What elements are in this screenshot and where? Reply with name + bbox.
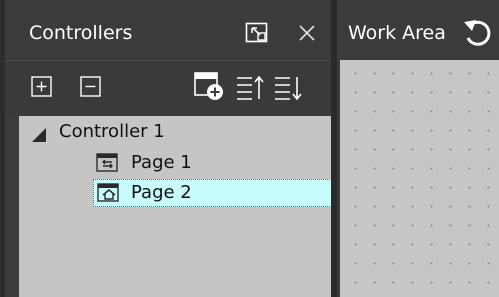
work-area-header: Work Area [337, 0, 499, 60]
home-page-icon [97, 183, 121, 203]
tree-item-page-1[interactable]: Page 1 [93, 149, 193, 177]
sort-up-icon [237, 75, 264, 100]
tree-item-controller-1[interactable]: Controller 1 [27, 118, 307, 146]
controllers-panel-header: Controllers [5, 0, 331, 60]
sort-down-icon [275, 77, 302, 101]
close-icon[interactable] [298, 24, 316, 42]
controllers-toolbar [5, 60, 331, 117]
tree-item-label: Page 2 [131, 182, 192, 203]
expanded-triangle-icon[interactable] [31, 124, 47, 142]
undo-icon[interactable] [462, 18, 492, 48]
work-area-title: Work Area [348, 22, 446, 44]
move-down-button[interactable] [273, 74, 303, 102]
collapse-all-button[interactable] [80, 76, 102, 98]
minus-box-icon [80, 76, 101, 97]
controller-tree: Controller 1 Page 1 Page 2 [19, 116, 332, 297]
restore-window-icon[interactable] [245, 22, 269, 44]
tree-item-label: Controller 1 [59, 121, 165, 142]
expand-all-button[interactable] [31, 76, 53, 98]
work-area-canvas[interactable] [340, 60, 499, 297]
tree-item-page-2[interactable]: Page 2 [93, 179, 332, 207]
add-page-button[interactable] [193, 70, 227, 104]
move-up-button[interactable] [235, 74, 265, 102]
controllers-panel-title: Controllers [29, 22, 133, 44]
tree-item-label: Page 1 [131, 152, 192, 173]
link-page-icon [96, 153, 120, 173]
plus-box-icon [31, 76, 52, 97]
add-page-icon [194, 72, 223, 100]
controllers-panel: Controllers Controller 1 Page 1 Page 2 [0, 0, 332, 297]
